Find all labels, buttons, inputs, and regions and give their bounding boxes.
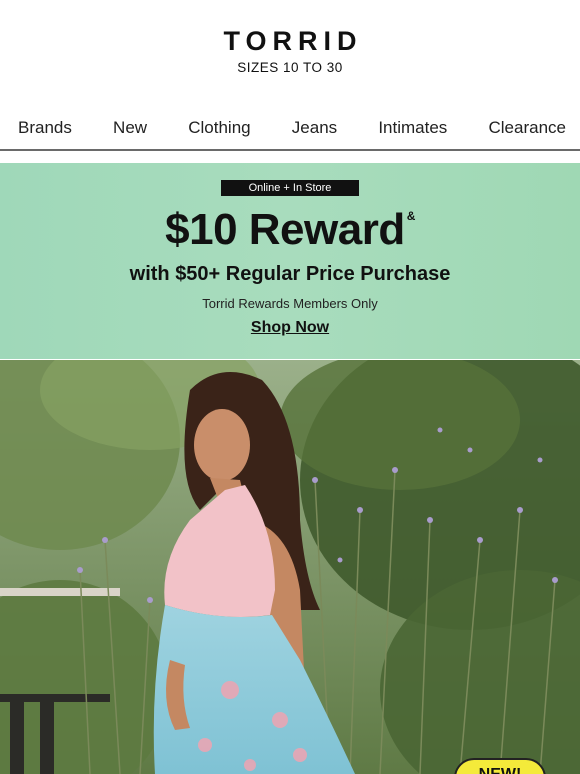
size-tagline: SIZES 10 TO 30 xyxy=(237,60,343,75)
email-header: TORRID SIZES 10 TO 30 xyxy=(0,0,580,100)
garden-scene-image xyxy=(0,360,580,774)
channel-badge: Online + In Store xyxy=(221,180,359,196)
new-badge: NEW! xyxy=(454,758,546,774)
disclaimer-mark: & xyxy=(406,209,416,223)
nav-new[interactable]: New xyxy=(113,118,147,148)
members-note: Torrid Rewards Members Only xyxy=(202,296,378,311)
nav-clothing[interactable]: Clothing xyxy=(188,118,250,148)
nav-intimates[interactable]: Intimates xyxy=(378,118,447,148)
hero-photo[interactable]: NEW! xyxy=(0,360,580,774)
reward-condition: with $50+ Regular Price Purchase xyxy=(129,263,451,285)
shop-now-link[interactable]: Shop Now xyxy=(251,319,329,337)
reward-promo-banner[interactable]: Online + In Store $10 Reward & with $50+ … xyxy=(0,163,580,359)
category-nav: Brands New Clothing Jeans Intimates Clea… xyxy=(0,118,580,148)
nav-jeans[interactable]: Jeans xyxy=(292,118,337,148)
reward-amount: $10 Reward & xyxy=(165,205,416,254)
nav-brands[interactable]: Brands xyxy=(18,118,72,148)
nav-clearance[interactable]: Clearance xyxy=(488,118,566,148)
nav-divider xyxy=(0,149,580,151)
torrid-logo[interactable]: TORRID xyxy=(0,26,580,57)
